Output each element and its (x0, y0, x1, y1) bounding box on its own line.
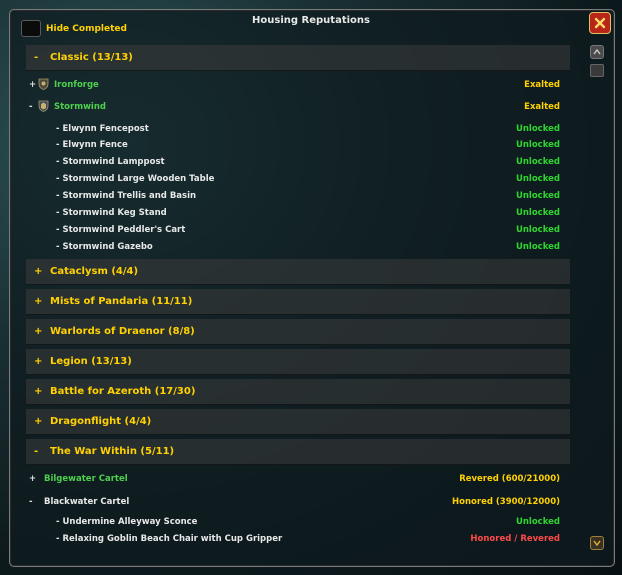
faction-toggle: + (29, 474, 37, 484)
section-label: Battle for Azeroth (17/30) (50, 386, 196, 397)
list-item: - Elwynn Fence Unlocked (0, 140, 622, 154)
faction-toggle: - (29, 497, 33, 507)
faction-name: Bilgewater Cartel (44, 474, 128, 484)
list-item: - Relaxing Goblin Beach Chair with Cup G… (0, 534, 622, 548)
item-label: - Stormwind Keg Stand (56, 208, 167, 218)
item-status: Unlocked (515, 191, 560, 201)
list-item: - Undermine Alleyway Sconce Unlocked (0, 517, 622, 531)
section-cataclysm[interactable]: + Cataclysm (4/4) (26, 259, 570, 285)
section-dragonflight[interactable]: + Dragonflight (4/4) (26, 409, 570, 435)
section-label: The War Within (5/11) (50, 446, 175, 457)
item-status: Unlocked (515, 157, 560, 167)
section-classic[interactable]: - Classic (13/13) (26, 45, 570, 71)
faction-name: Ironforge (54, 80, 99, 90)
item-status: Unlocked (515, 242, 560, 252)
item-status: Unlocked (515, 174, 560, 184)
item-label: - Elwynn Fence (56, 140, 128, 150)
faction-toggle: - (29, 102, 33, 112)
section-toggle: - (34, 52, 39, 63)
list-item: - Stormwind Trellis and Basin Unlocked (0, 191, 622, 205)
chevron-up-icon (593, 49, 601, 55)
section-the-war-within[interactable]: - The War Within (5/11) (26, 439, 570, 465)
list-item: - Stormwind Keg Stand Unlocked (0, 208, 622, 222)
section-label: Cataclysm (4/4) (50, 266, 139, 277)
list-item: - Stormwind Gazebo Unlocked (0, 242, 622, 256)
section-label: Mists of Pandaria (11/11) (50, 296, 193, 307)
faction-name: Stormwind (54, 102, 106, 112)
item-label: - Elwynn Fencepost (56, 124, 149, 134)
item-label: - Undermine Alleyway Sconce (56, 517, 198, 527)
faction-row-ironforge[interactable]: + Ironforge Exalted (0, 78, 622, 94)
faction-status: Exalted (524, 80, 560, 90)
scroll-up-button[interactable] (590, 45, 604, 59)
item-status: Honored / Revered (470, 534, 560, 544)
close-button[interactable] (589, 12, 611, 34)
section-toggle: + (34, 326, 43, 337)
list-item: - Elwynn Fencepost Unlocked (0, 124, 622, 138)
section-label: Classic (13/13) (50, 52, 133, 63)
faction-row-stormwind[interactable]: - Stormwind Exalted (0, 100, 622, 116)
stormwind-crest-icon (38, 100, 49, 112)
faction-name: Blackwater Cartel (44, 497, 130, 507)
section-toggle: + (34, 416, 43, 427)
section-label: Dragonflight (4/4) (50, 416, 152, 427)
list-item: - Stormwind Lamppost Unlocked (0, 157, 622, 171)
section-toggle: + (34, 356, 43, 367)
close-x-icon (594, 17, 606, 29)
item-status: Unlocked (515, 140, 560, 150)
section-battle-for-azeroth[interactable]: + Battle for Azeroth (17/30) (26, 379, 570, 405)
section-label: Warlords of Draenor (8/8) (50, 326, 195, 337)
hide-completed-checkbox[interactable] (21, 20, 41, 37)
section-toggle: + (34, 296, 43, 307)
section-toggle: + (34, 386, 43, 397)
faction-toggle: + (29, 80, 37, 90)
item-status: Unlocked (515, 517, 560, 527)
faction-row-blackwater-cartel[interactable]: - Blackwater Cartel Honored (3900/12000) (0, 497, 622, 511)
item-status: Unlocked (515, 225, 560, 235)
ironforge-crest-icon (38, 78, 49, 90)
section-toggle: - (34, 446, 39, 457)
item-label: - Stormwind Gazebo (56, 242, 153, 252)
item-status: Unlocked (515, 124, 560, 134)
section-warlords-of-draenor[interactable]: + Warlords of Draenor (8/8) (26, 319, 570, 345)
item-label: - Stormwind Trellis and Basin (56, 191, 197, 201)
section-legion[interactable]: + Legion (13/13) (26, 349, 570, 375)
faction-row-bilgewater-cartel[interactable]: + Bilgewater Cartel Revered (600/21000) (0, 474, 622, 488)
item-label: - Stormwind Lamppost (56, 157, 165, 167)
list-item: - Stormwind Peddler's Cart Unlocked (0, 225, 622, 239)
hide-completed-label: Hide Completed (46, 24, 127, 34)
scrollbar-thumb[interactable] (590, 64, 604, 77)
item-label: - Stormwind Peddler's Cart (56, 225, 186, 235)
list-item: - Stormwind Large Wooden Table Unlocked (0, 174, 622, 188)
item-label: - Relaxing Goblin Beach Chair with Cup G… (56, 534, 283, 544)
item-label: - Stormwind Large Wooden Table (56, 174, 215, 184)
faction-status: Revered (600/21000) (459, 474, 560, 484)
faction-status: Exalted (524, 102, 560, 112)
item-status: Unlocked (515, 208, 560, 218)
section-label: Legion (13/13) (50, 356, 132, 367)
section-mists-of-pandaria[interactable]: + Mists of Pandaria (11/11) (26, 289, 570, 315)
faction-status: Honored (3900/12000) (452, 497, 560, 507)
section-toggle: + (34, 266, 43, 277)
